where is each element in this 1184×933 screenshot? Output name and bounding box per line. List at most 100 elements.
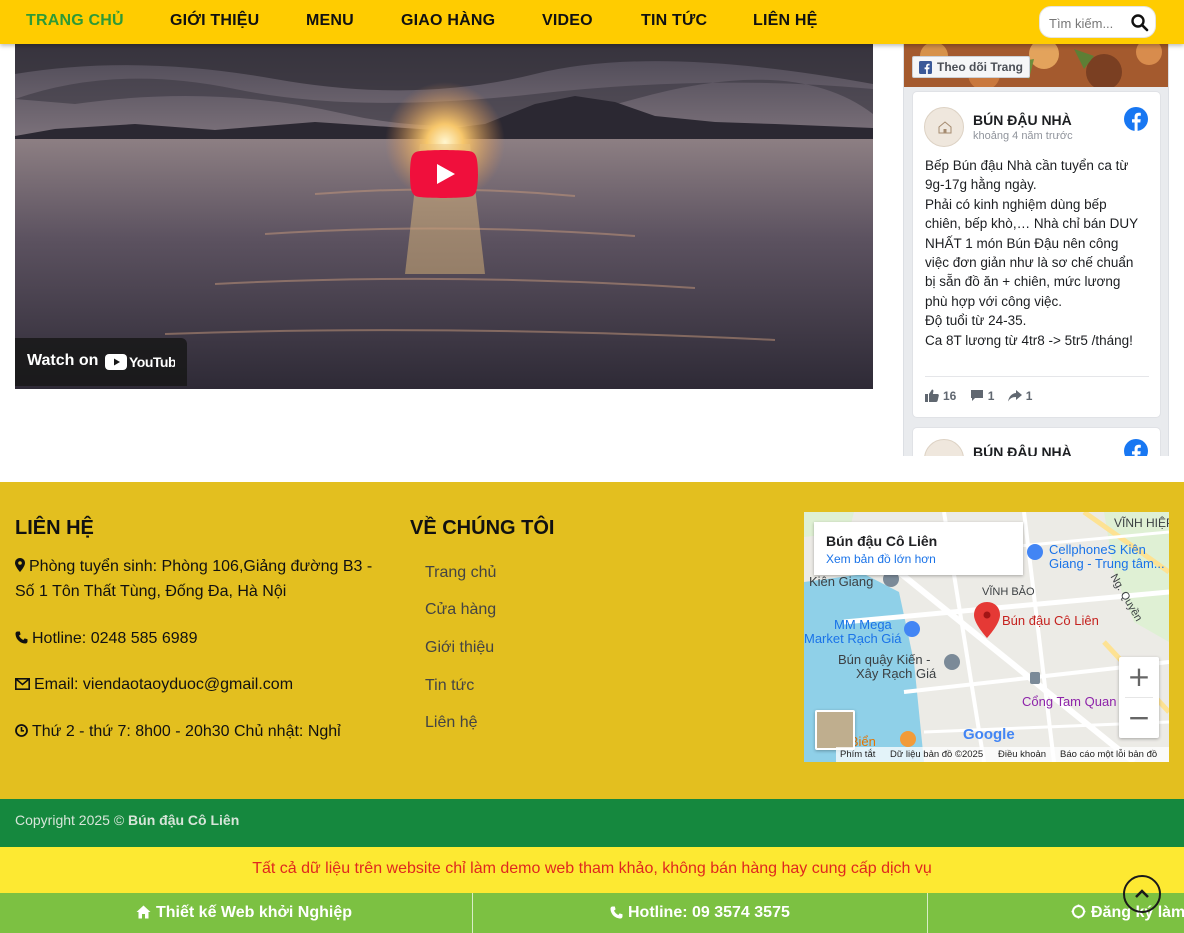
follow-page-label: Theo dõi Trang [937, 60, 1023, 74]
nav-item-contact[interactable]: LIÊN HỆ [753, 12, 818, 30]
map-pin-label: Bún đậu Cô Liên [1002, 613, 1099, 628]
video-player[interactable]: Watch on YouTube [15, 44, 873, 389]
post-text-line: bị sẵn đồ ăn + chiên, mức lương [925, 274, 1121, 290]
nav-item-news[interactable]: TIN TỨC [641, 12, 707, 30]
hotline-button[interactable]: Hotline: 09 3574 3575 [610, 893, 790, 933]
search-input[interactable] [1049, 13, 1127, 33]
web-design-button[interactable]: Thiết kế Web khởi Nghiệp [136, 893, 352, 933]
chevron-up-icon [1135, 889, 1149, 898]
map-label: VĨNH HIỆP [1114, 516, 1169, 530]
map-terms-link[interactable]: Điều khoản [998, 749, 1046, 760]
phone-icon [15, 631, 28, 644]
share-stat[interactable]: 1 [1007, 389, 1033, 403]
post-text-line: NHẤT 1 món Bún Đậu nên công [925, 235, 1119, 251]
post-stats: 16 1 1 [925, 389, 1042, 403]
footer-link-home[interactable]: Trang chủ [425, 564, 496, 582]
zoom-out-button[interactable]: − [1119, 698, 1159, 738]
like-stat[interactable]: 16 [925, 389, 956, 403]
map-marker-icon [15, 558, 25, 572]
hours-line: Thứ 2 - thứ 7: 8h00 - 20h30 Chủ nhật: Ng… [15, 719, 385, 744]
post-page-name[interactable]: BÚN ĐẬU NHÀ [973, 112, 1072, 128]
post-time[interactable]: khoảng 4 năm trước [973, 130, 1073, 142]
post-text: Bếp Bún đậu Nhà cần tuyển ca từ 9g-17g h… [925, 156, 1153, 350]
contact-heading: LIÊN HỆ [15, 517, 94, 539]
map-place-card: Bún đậu Cô Liên Xem bản đồ lớn hơn [814, 522, 1023, 575]
play-button[interactable] [410, 150, 478, 198]
google-map[interactable]: Kiên Giang VĨNH BẢO VĨNH HIỆP CellphoneS… [804, 512, 1169, 762]
avatar[interactable] [924, 439, 964, 456]
hotline-label: Hotline: 09 3574 3575 [628, 904, 790, 921]
bar-divider [472, 893, 473, 933]
share-count: 1 [1025, 389, 1033, 403]
footer-link-contact[interactable]: Liên hệ [425, 714, 478, 732]
nav-item-menu[interactable]: MENU [306, 12, 354, 30]
nav-item-about[interactable]: GIỚI THIỆU [170, 12, 259, 30]
like-count: 16 [943, 389, 957, 403]
map-data-text: Dữ liệu bản đồ ©2025 [890, 749, 984, 760]
comment-count: 1 [987, 389, 995, 403]
address-text: Phòng tuyển sinh: Phòng 106,Giảng đường … [15, 558, 373, 600]
map-label: CellphoneS Kiên [1049, 542, 1146, 557]
facebook-icon[interactable] [1124, 107, 1148, 131]
facebook-page-widget: Theo dõi Trang BÚN ĐẬU NHÀ khoảng 4 năm … [903, 44, 1169, 456]
hotline-line: Hotline: 0248 585 6989 [15, 626, 385, 651]
watch-on-youtube-button[interactable]: Watch on YouTube [15, 338, 187, 386]
facebook-cover-image: Theo dõi Trang [904, 44, 1168, 87]
watch-on-label: Watch on [27, 352, 99, 369]
footer: LIÊN HỆ Phòng tuyển sinh: Phòng 106,Giản… [0, 482, 1184, 799]
post-text-line: việc đơn giản như là sơ chế chuẩn [925, 255, 1134, 271]
map-label: Giang - Trung tâm... [1049, 556, 1165, 571]
share-icon [1007, 390, 1022, 402]
post-text-line: chiên, bếp khò,… Nhà chỉ bán DUY [925, 216, 1139, 232]
search-icon[interactable] [1130, 13, 1150, 33]
home-icon [136, 905, 151, 919]
google-logo: Google [963, 726, 1015, 743]
about-heading: VỀ CHÚNG TÔI [410, 517, 555, 539]
follow-page-button[interactable]: Theo dõi Trang [912, 56, 1030, 78]
map-label: Kiên Giang [809, 574, 874, 589]
comment-stat[interactable]: 1 [970, 389, 995, 403]
comment-icon [970, 390, 983, 401]
google-logo-text: Google [963, 726, 1015, 743]
nav-item-delivery[interactable]: GIAO HÀNG [401, 12, 495, 30]
clock-icon [15, 724, 28, 737]
nav-item-video[interactable]: VIDEO [542, 12, 593, 30]
like-icon [925, 389, 939, 402]
phone-icon [610, 906, 623, 919]
view-larger-map-link[interactable]: Xem bản đồ lớn hơn [826, 552, 936, 566]
map-label: Cổng Tam Quan [1022, 694, 1117, 709]
bar-divider [927, 893, 928, 933]
youtube-logo-icon: YouTube [105, 354, 175, 370]
avatar[interactable] [924, 107, 964, 147]
email-text[interactable]: Email: viendaotaoyduoc@gmail.com [34, 676, 293, 693]
page-logo-icon [938, 121, 952, 134]
footer-link-store[interactable]: Cửa hàng [425, 601, 496, 619]
top-nav: TRANG CHỦ GIỚI THIỆU MENU GIAO HÀNG VIDE… [0, 0, 1184, 44]
map-layer-toggle[interactable] [815, 710, 855, 750]
map-label: Market Rạch Giá [804, 631, 902, 646]
copyright-brand[interactable]: Bún đậu Cô Liên [128, 812, 239, 828]
youtube-wordmark: YouTube [129, 354, 175, 370]
disclaimer-bar: Tất cả dữ liệu trên website chỉ làm demo… [0, 847, 1184, 893]
map-place-name: Bún đậu Cô Liên [826, 533, 938, 549]
footer-link-news[interactable]: Tin tức [425, 677, 474, 695]
map-shortcuts-link[interactable]: Phím tắt [840, 749, 875, 760]
page: TRANG CHỦ GIỚI THIỆU MENU GIAO HÀNG VIDE… [0, 0, 1184, 933]
back-to-top-button[interactable] [1123, 875, 1161, 913]
footer-link-about[interactable]: Giới thiệu [425, 639, 494, 657]
post-page-name[interactable]: BÚN ĐẬU NHÀ [973, 444, 1072, 456]
facebook-icon[interactable] [1124, 439, 1148, 456]
post-text-line: Ca 8T lương từ 4tr8 -> 5tr5 /tháng! [925, 332, 1133, 348]
map-label: Bún quậy Kiến - [838, 652, 931, 667]
web-design-label: Thiết kế Web khởi Nghiệp [156, 904, 352, 921]
zoom-in-button[interactable]: + [1119, 657, 1159, 697]
nav-item-home[interactable]: TRANG CHỦ [26, 12, 124, 30]
map-zoom-control: + − [1119, 657, 1159, 738]
post-divider [925, 376, 1149, 377]
map-report-link[interactable]: Báo cáo một lỗi bản đồ [1060, 749, 1157, 760]
hotline-text: Hotline: 0248 585 6989 [32, 630, 198, 647]
facebook-mini-icon [919, 61, 932, 74]
post-text-line: Phải có kinh nghiệm dùng bếp [925, 196, 1107, 212]
facebook-post: BÚN ĐẬU NHÀ khoảng 4 năm trước Bếp Bún đ… [913, 92, 1160, 417]
post-text-line: 9g-17g hằng ngày. [925, 177, 1037, 193]
